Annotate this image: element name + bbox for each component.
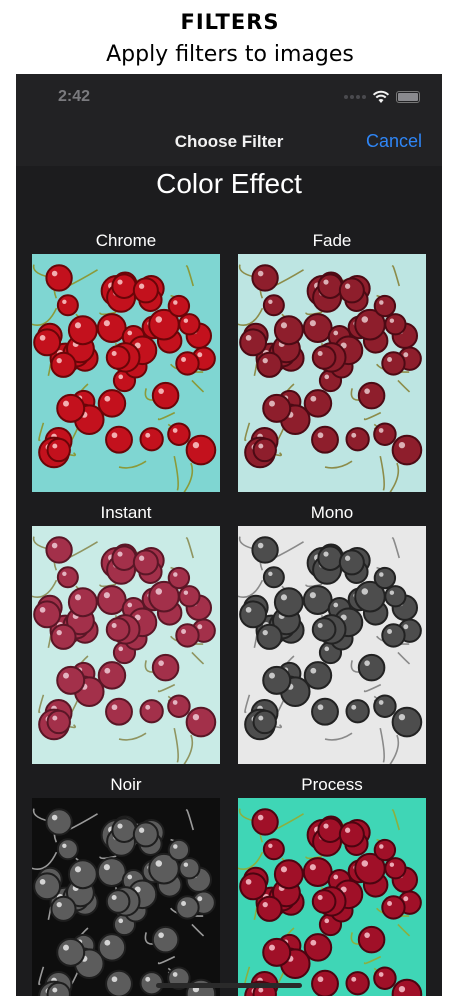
filter-cell-mono[interactable]: Mono (238, 502, 426, 764)
battery-icon (396, 91, 420, 103)
signal-dots-icon (344, 95, 366, 99)
status-time: 2:42 (58, 88, 91, 105)
wifi-icon (372, 90, 390, 103)
cancel-button[interactable]: Cancel (366, 131, 422, 152)
filter-label: Process (301, 775, 363, 794)
filter-cell-noir[interactable]: Noir (32, 774, 220, 996)
filter-label: Mono (310, 503, 354, 522)
filter-preview-image[interactable] (32, 798, 220, 996)
filter-cell-instant[interactable]: Instant (32, 502, 220, 764)
filter-label: Chrome (95, 231, 157, 250)
filter-preview-image[interactable] (32, 526, 220, 764)
filter-cell-chrome[interactable]: Chrome (32, 230, 220, 492)
filter-label: Noir (110, 775, 142, 794)
filter-preview-image[interactable] (32, 254, 220, 492)
filter-preview-image[interactable] (238, 526, 426, 764)
filter-label: Fade (312, 231, 352, 250)
home-indicator (156, 983, 302, 988)
filter-cell-fade[interactable]: Fade (238, 230, 426, 492)
filter-preview-image[interactable] (238, 254, 426, 492)
section-title: Color Effect (156, 168, 302, 199)
navigation-bar: Choose Filter Cancel (16, 118, 442, 166)
filter-label: Instant (100, 503, 152, 522)
caption-title: FILTERS (180, 10, 280, 34)
status-icons (344, 90, 420, 104)
filter-preview-image[interactable] (238, 798, 426, 996)
status-bar: 2:42 (16, 74, 442, 118)
filter-cell-process[interactable]: Process (238, 774, 426, 996)
caption-subtitle: Apply filters to images (106, 42, 354, 67)
phone-screen: 2:42 Choose Filter Cancel Color Effect C… (16, 74, 442, 996)
